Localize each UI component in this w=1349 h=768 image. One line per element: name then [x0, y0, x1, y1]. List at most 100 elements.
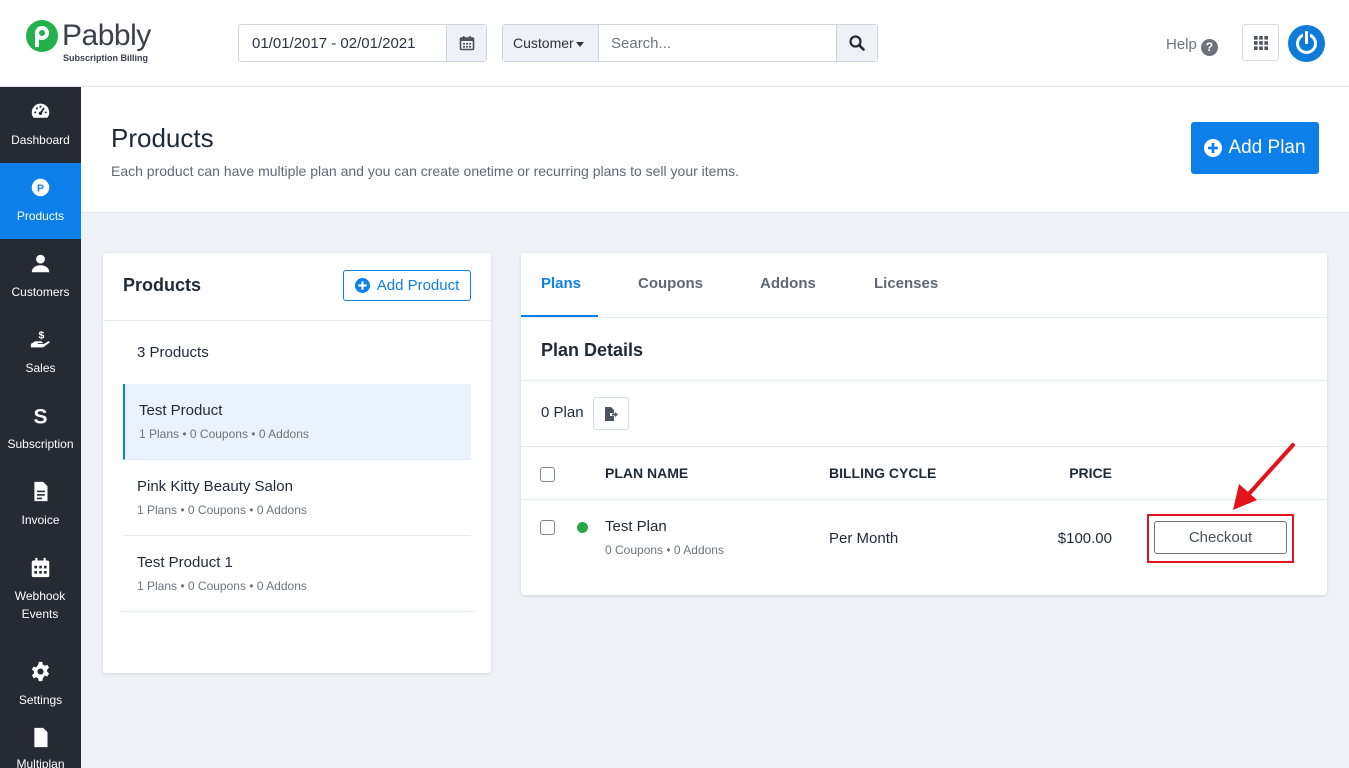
select-all-checkbox[interactable]	[540, 467, 555, 482]
file-export-icon	[605, 406, 618, 421]
grid-icon	[1253, 35, 1268, 50]
pabbly-logo[interactable]: Pabbly Subscription Billing	[26, 18, 156, 66]
tab-plans[interactable]: Plans	[541, 275, 581, 292]
column-plan-name: PLAN NAME	[605, 465, 689, 481]
date-range-value: 01/01/2017 - 02/01/2021	[252, 35, 416, 52]
sidebar-label: Subscription	[7, 437, 74, 451]
invoice-icon	[34, 481, 48, 502]
row-checkbox[interactable]	[540, 520, 555, 535]
sidebar-item-products[interactable]: P Products	[0, 163, 81, 239]
logo-subtitle: Subscription Billing	[63, 53, 148, 63]
top-header: Pabbly Subscription Billing 01/01/2017 -…	[0, 0, 1349, 87]
plans-panel: Plans Coupons Addons Licenses Plan Detai…	[521, 253, 1327, 595]
page-subtitle: Each product can have multiple plan and …	[111, 163, 740, 179]
question-circle-icon: ?	[1200, 39, 1218, 56]
checkout-button[interactable]: Checkout	[1154, 521, 1287, 554]
gear-icon	[31, 661, 50, 682]
help-link[interactable]: Help?	[1166, 36, 1218, 56]
product-name: Test Product	[139, 402, 223, 419]
export-button[interactable]	[593, 397, 629, 430]
sidebar-label: Settings	[18, 693, 63, 707]
product-list-item[interactable]: Pink Kitty Beauty Salon 1 Plans • 0 Coup…	[123, 460, 471, 536]
product-count: 3 Products	[137, 344, 209, 361]
products-panel-title: Products	[123, 275, 202, 295]
sidebar-label: Sales	[25, 361, 56, 375]
plan-price: $100.00	[1057, 530, 1112, 547]
search-group: Customer	[502, 24, 878, 62]
file-icon	[34, 727, 48, 748]
sidebar-item-multiplan[interactable]: Multiplan	[0, 723, 81, 768]
sidebar-label: Invoice	[21, 513, 60, 527]
svg-text:$: $	[38, 330, 44, 342]
sidebar-item-sales[interactable]: $ Sales	[0, 315, 81, 391]
sidebar-label: Dashboard	[11, 133, 70, 147]
sidebar-item-invoice[interactable]: Invoice	[0, 467, 81, 543]
tab-coupons[interactable]: Coupons	[638, 275, 703, 292]
sidebar-item-dashboard[interactable]: Dashboard	[0, 87, 81, 163]
product-meta: 1 Plans • 0 Coupons • 0 Addons	[137, 579, 307, 593]
plan-details-title: Plan Details	[541, 340, 644, 360]
page-header: Products Each product can have multiple …	[81, 87, 1349, 213]
svg-text:P: P	[37, 182, 44, 194]
plan-meta: 0 Coupons • 0 Addons	[605, 543, 724, 557]
sidebar-item-webhook-events[interactable]: Webhook Events	[0, 543, 81, 633]
add-plan-button[interactable]: Add Plan	[1191, 122, 1319, 174]
annotation-arrow-icon	[1233, 443, 1295, 510]
add-product-label: Add Product	[376, 277, 460, 294]
plus-circle-icon	[354, 278, 370, 293]
sidebar: Dashboard P Products Customers $ Sales S…	[0, 87, 81, 768]
tab-licenses[interactable]: Licenses	[874, 275, 938, 292]
plan-billing-cycle: Per Month	[829, 530, 899, 547]
sidebar-label: Multiplan	[16, 757, 65, 768]
divider	[521, 499, 1327, 500]
search-filter-value: Customer	[513, 35, 574, 51]
divider	[521, 446, 1327, 447]
sales-icon: $	[30, 330, 51, 348]
apps-menu-button[interactable]	[1242, 24, 1279, 61]
products-panel: Products Add Product 3 Products Test Pro…	[103, 253, 491, 673]
divider	[521, 317, 1327, 318]
sidebar-label: Products	[16, 209, 65, 223]
sidebar-label: Customers	[11, 285, 70, 299]
logo-name: Pabbly	[62, 19, 151, 52]
product-name: Pink Kitty Beauty Salon	[137, 478, 293, 495]
subscription-icon: S	[33, 405, 47, 426]
caret-down-icon	[575, 41, 584, 47]
product-list-item[interactable]: Test Product 1 Plans • 0 Coupons • 0 Add…	[123, 384, 471, 460]
plus-circle-icon	[1204, 139, 1223, 157]
product-name: Test Product 1	[137, 554, 233, 571]
column-billing-cycle: BILLING CYCLE	[829, 465, 937, 481]
products-icon: P	[31, 178, 50, 197]
calendar-icon	[459, 36, 474, 51]
dashboard-icon	[31, 103, 50, 118]
divider	[103, 320, 491, 321]
sidebar-item-subscription[interactable]: S Subscription	[0, 391, 81, 467]
search-icon	[849, 35, 865, 51]
tab-addons[interactable]: Addons	[760, 275, 816, 292]
product-list-item[interactable]: Test Product 1 1 Plans • 0 Coupons • 0 A…	[119, 536, 475, 612]
product-meta: 1 Plans • 0 Coupons • 0 Addons	[139, 427, 309, 441]
add-product-button[interactable]: Add Product	[343, 270, 471, 301]
search-filter-dropdown[interactable]: Customer	[503, 25, 599, 61]
pabbly-logo-icon	[26, 20, 58, 52]
page-title: Products	[111, 123, 214, 153]
search-input[interactable]	[601, 25, 837, 61]
calendar-button[interactable]	[446, 25, 486, 61]
date-range-picker[interactable]: 01/01/2017 - 02/01/2021	[238, 24, 487, 62]
user-icon	[31, 254, 50, 273]
column-price: PRICE	[1069, 465, 1112, 481]
sidebar-item-customers[interactable]: Customers	[0, 239, 81, 315]
sidebar-label: Webhook Events	[14, 589, 66, 621]
plan-count: 0 Plan	[541, 404, 584, 421]
plan-name[interactable]: Test Plan	[605, 518, 667, 535]
sidebar-item-settings[interactable]: Settings	[0, 647, 81, 723]
product-meta: 1 Plans • 0 Coupons • 0 Addons	[137, 503, 307, 517]
status-active-dot	[577, 522, 588, 533]
user-avatar[interactable]	[1288, 25, 1325, 62]
add-plan-label: Add Plan	[1228, 137, 1306, 158]
svg-text:S: S	[33, 405, 47, 426]
help-label: Help	[1166, 36, 1197, 53]
divider	[521, 380, 1327, 381]
search-button[interactable]	[836, 25, 877, 61]
calendar-icon	[31, 557, 50, 578]
